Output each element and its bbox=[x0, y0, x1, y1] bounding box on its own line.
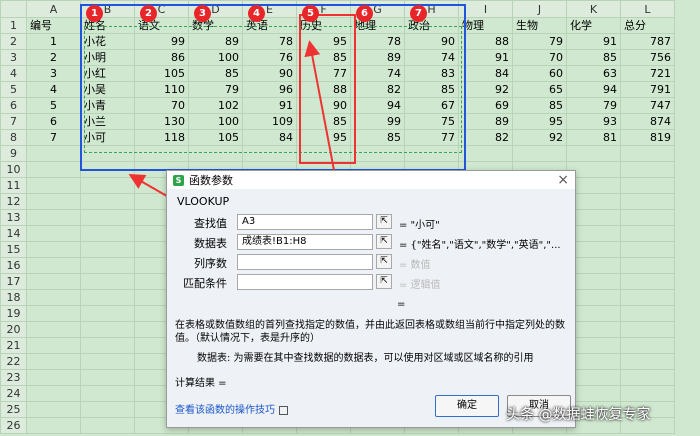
ok-button[interactable]: 确定 bbox=[435, 395, 499, 417]
arg-result-table-array: = {"姓名","语文","数学","英语","... bbox=[399, 240, 561, 251]
range-select-icon[interactable]: ⇱ bbox=[376, 234, 392, 249]
range-lookup-input[interactable] bbox=[237, 274, 373, 290]
range-select-icon[interactable]: ⇱ bbox=[376, 274, 392, 289]
col-index-input[interactable] bbox=[237, 254, 373, 270]
arg-label-col-index: 列序数 bbox=[194, 257, 227, 270]
arg-result-range-lookup: = 逻辑值 bbox=[399, 280, 441, 291]
watermark: 头条 @数据蛙恢复专家 bbox=[506, 407, 651, 423]
function-tips-link[interactable]: 查看该函数的操作技巧 bbox=[175, 401, 288, 416]
lookup-value-input[interactable]: A3 bbox=[237, 214, 373, 230]
range-select-icon[interactable]: ⇱ bbox=[376, 254, 392, 269]
wps-sheet-icon: S bbox=[173, 174, 184, 186]
function-arguments-dialog: S 函数参数 × VLOOKUP 查找值 A3 ⇱ = "小可" 数据表 成绩表… bbox=[166, 170, 576, 428]
dialog-titlebar: S 函数参数 × bbox=[167, 171, 575, 189]
function-name: VLOOKUP bbox=[177, 195, 230, 208]
video-icon bbox=[279, 405, 288, 415]
function-description: 在表格或数值数组的首列查找指定的数值，并由此返回表格或数组当前行中指定列处的数值… bbox=[175, 320, 565, 344]
dialog-body: VLOOKUP 查找值 A3 ⇱ = "小可" 数据表 成绩表!B1:H8 ⇱ … bbox=[167, 189, 575, 427]
dialog-title: 函数参数 bbox=[189, 174, 233, 187]
function-tips-label: 查看该函数的操作技巧 bbox=[175, 405, 275, 416]
arg-result-lookup-value: = "小可" bbox=[399, 220, 440, 231]
calc-result-label: 计算结果 = bbox=[175, 378, 227, 389]
overall-result-equals: = bbox=[397, 299, 406, 310]
range-select-icon[interactable]: ⇱ bbox=[376, 214, 392, 229]
arg-label-lookup-value: 查找值 bbox=[194, 217, 227, 230]
arg-label-table-array: 数据表 bbox=[194, 237, 227, 250]
argument-help: 数据表: 为需要在其中查找数据的数据表，可以使用对区域或区域名称的引用 bbox=[197, 353, 534, 364]
arg-result-col-index: = 数值 bbox=[399, 260, 431, 271]
arg-label-range-lookup: 匹配条件 bbox=[183, 277, 227, 290]
table-array-input[interactable]: 成绩表!B1:H8 bbox=[237, 234, 373, 250]
close-icon[interactable]: × bbox=[557, 172, 569, 188]
